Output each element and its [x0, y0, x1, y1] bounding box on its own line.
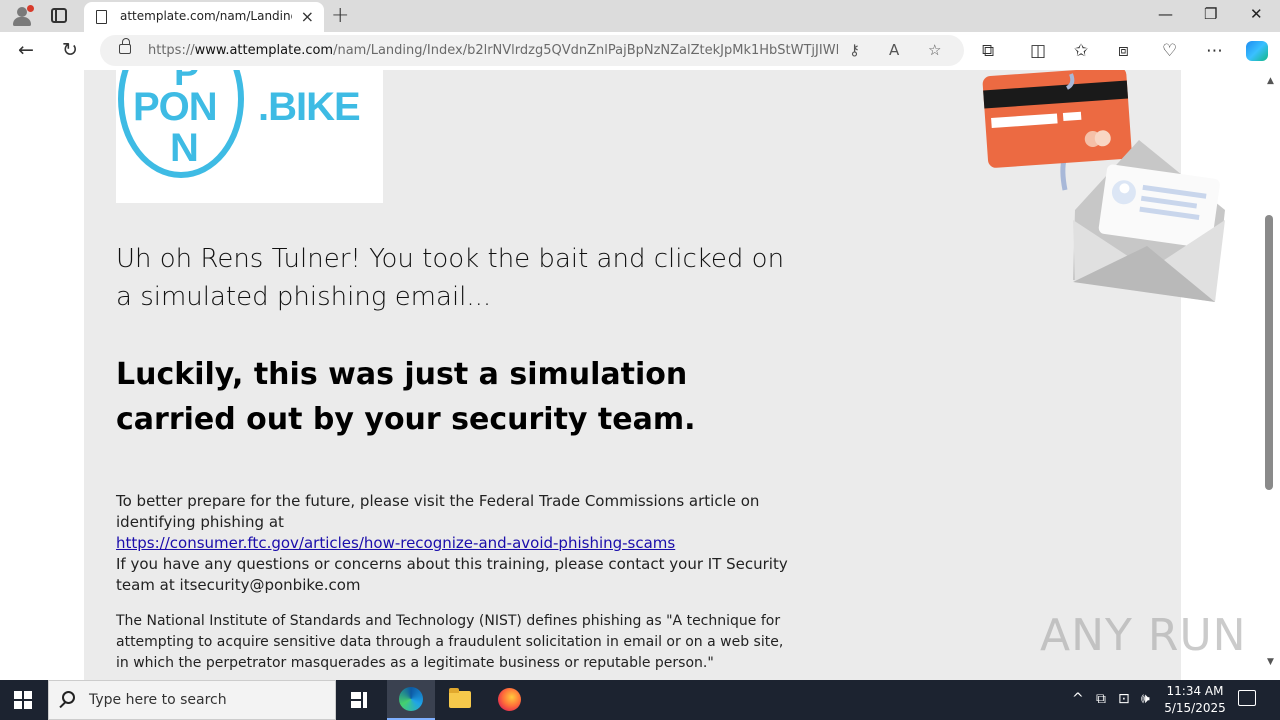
favorites-icon[interactable]: ✩ — [1074, 41, 1088, 61]
landing-content: P PON N .BIKE Uh oh Rens Tulner! You too… — [84, 70, 1225, 680]
edge-icon — [399, 687, 423, 711]
taskbar-search-box[interactable]: Type here to search — [48, 680, 336, 720]
taskbar-file-explorer[interactable] — [436, 680, 484, 720]
nist-definition: The National Institute of Standards and … — [116, 613, 784, 671]
firefox-icon — [498, 688, 521, 711]
taskbar-clock[interactable]: 11:34 AM 5/15/2025 — [1160, 683, 1230, 717]
scroll-up-icon[interactable]: ▲ — [1267, 76, 1274, 86]
anyrun-watermark: ANY RUN — [1040, 610, 1247, 661]
restore-icon[interactable]: ❐ — [1204, 5, 1217, 23]
ponbike-logo: P PON N .BIKE — [116, 70, 383, 203]
url-domain: www.attemplate.com — [194, 43, 334, 58]
collections-icon[interactable]: ⧈ — [1118, 41, 1129, 61]
ftc-link[interactable]: https://consumer.ftc.gov/articles/how-re… — [116, 534, 675, 552]
page-scrollbar[interactable]: ▲ ▼ — [1262, 70, 1280, 680]
browser-tab-strip: attemplate.com/nam/Landing/Ir × + — ❐ ✕ — [0, 0, 1280, 32]
url-prefix: https:// — [148, 43, 195, 58]
new-tab-icon[interactable]: + — [331, 3, 349, 28]
lock-icon[interactable] — [119, 38, 131, 54]
more-menu-icon[interactable]: ⋯ — [1206, 41, 1223, 61]
meet-now-icon[interactable]: ⧉ — [1096, 691, 1106, 707]
logo-bike: .BIKE — [258, 85, 361, 129]
scrollbar-thumb[interactable] — [1265, 215, 1273, 490]
extensions-icon[interactable]: ⧉ — [982, 41, 994, 61]
show-hidden-icons-chevron[interactable]: ^ — [1072, 691, 1084, 707]
refresh-icon[interactable]: ↻ — [62, 39, 78, 61]
network-icon[interactable]: ⊡ — [1118, 691, 1130, 707]
favorite-star-icon[interactable]: ☆ — [928, 41, 941, 59]
search-icon — [62, 691, 75, 704]
close-window-icon[interactable]: ✕ — [1250, 5, 1263, 23]
search-placeholder: Type here to search — [89, 692, 227, 708]
logo-pon: PON — [133, 85, 218, 129]
volume-icon[interactable]: 🕪 — [1141, 691, 1150, 707]
taskbar-firefox[interactable] — [485, 680, 533, 720]
page-icon — [96, 10, 107, 24]
windows-taskbar: Type here to search ^ ⧉ ⊡ 🕪 11:34 AM 5/1… — [0, 680, 1280, 720]
browser-toolbar: ← ↻ https://www.attemplate.com/nam/Landi… — [0, 32, 1280, 70]
credit-card-icon — [982, 70, 1132, 168]
ftc-intro-text: To better prepare for the future, please… — [116, 492, 760, 531]
scroll-down-icon[interactable]: ▼ — [1267, 657, 1274, 667]
tab-actions-icon[interactable] — [51, 8, 67, 23]
read-aloud-icon[interactable]: A — [889, 41, 899, 59]
task-view-button[interactable] — [336, 680, 384, 720]
page-viewport: P PON N .BIKE Uh oh Rens Tulner! You too… — [0, 70, 1280, 680]
clock-date: 5/15/2025 — [1164, 701, 1226, 715]
windows-start-icon[interactable] — [14, 691, 32, 709]
url-text[interactable]: https://www.attemplate.com/nam/Landing/I… — [148, 43, 838, 58]
key-icon[interactable]: ⚷ — [849, 41, 860, 59]
url-path: /nam/Landing/Index/b2lrNVlrdzg5QVdnZnlPa… — [333, 43, 838, 58]
page-subheading: Luckily, this was just a simulation carr… — [116, 357, 696, 437]
logo-n: N — [170, 126, 199, 170]
notifications-icon[interactable] — [1238, 690, 1256, 706]
clock-time: 11:34 AM — [1166, 684, 1224, 698]
taskbar-edge[interactable] — [387, 680, 435, 720]
close-tab-icon[interactable]: × — [301, 7, 314, 26]
minimize-icon[interactable]: — — [1158, 5, 1173, 23]
copilot-icon[interactable] — [1246, 41, 1268, 61]
address-bar[interactable]: https://www.attemplate.com/nam/Landing/I… — [100, 35, 964, 66]
split-screen-icon[interactable]: ◫ — [1030, 41, 1046, 61]
phishing-illustration — [982, 70, 1225, 302]
info-paragraph: To better prepare for the future, please… — [116, 491, 796, 596]
browser-essentials-icon[interactable]: ♡ — [1162, 41, 1177, 61]
page-heading: Uh oh Rens Tulner! You took the bait and… — [116, 244, 785, 312]
profile-icon[interactable] — [10, 5, 34, 27]
envelope-icon — [1073, 140, 1225, 302]
browser-tab[interactable]: attemplate.com/nam/Landing/Ir × — [84, 2, 324, 32]
tab-title: attemplate.com/nam/Landing/Ir — [120, 9, 292, 23]
folder-icon — [449, 688, 471, 708]
task-view-icon — [351, 692, 369, 708]
back-icon[interactable]: ← — [18, 39, 34, 61]
contact-text: If you have any questions or concerns ab… — [116, 555, 788, 594]
